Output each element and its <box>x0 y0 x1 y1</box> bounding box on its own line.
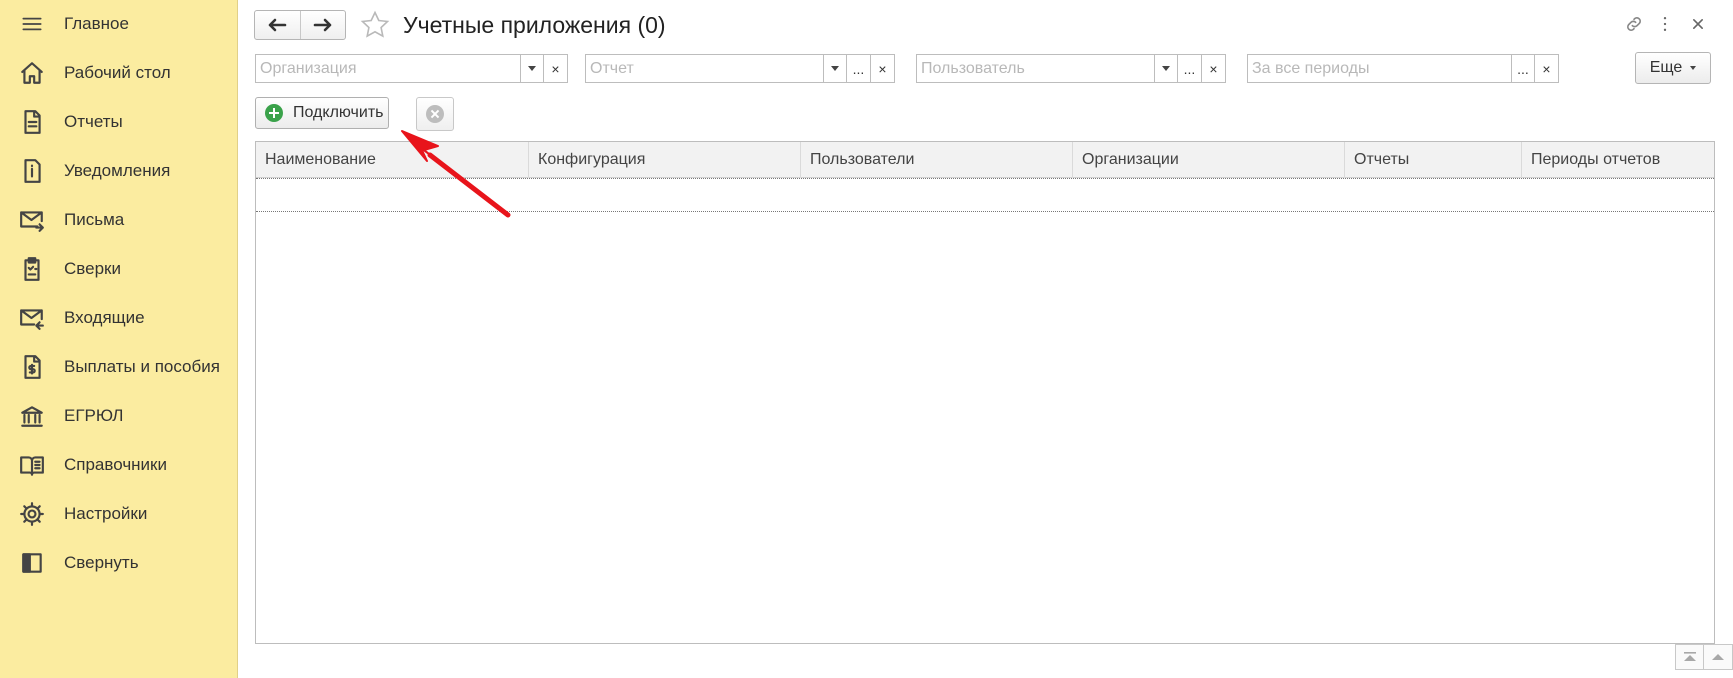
history-navigation <box>254 10 346 40</box>
back-button[interactable] <box>255 11 300 39</box>
period-clear-button[interactable]: × <box>1535 54 1559 83</box>
organization-input[interactable]: Организация <box>255 54 520 83</box>
user-filter: Пользователь ... × <box>916 54 1226 83</box>
disconnect-button[interactable] <box>416 97 454 131</box>
sidebar-item-label: Выплаты и пособия <box>64 357 220 376</box>
sidebar-item-directories[interactable]: Справочники <box>0 441 238 489</box>
checklist-icon <box>18 255 46 283</box>
connect-button[interactable]: Подключить <box>255 97 389 129</box>
report-select-button[interactable]: ... <box>847 54 871 83</box>
chevron-down-icon <box>528 66 536 71</box>
more-vertical-icon[interactable] <box>1653 12 1677 36</box>
info-icon <box>18 157 46 185</box>
collapse-icon <box>18 549 46 577</box>
report-filter: Отчет ... × <box>585 54 895 83</box>
user-input[interactable]: Пользователь <box>916 54 1154 83</box>
column-header-users[interactable]: Пользователи <box>801 142 1073 178</box>
sidebar-item-label: Уведомления <box>64 161 171 180</box>
mail-in-icon <box>18 304 46 332</box>
sidebar-item-label: Справочники <box>64 455 167 474</box>
cancel-circle-icon <box>426 105 444 123</box>
scroll-to-top-button[interactable] <box>1675 644 1704 670</box>
column-header-configuration[interactable]: Конфигурация <box>529 142 801 178</box>
book-icon <box>18 451 46 479</box>
home-icon <box>18 59 46 87</box>
table-scroll-controls <box>1675 644 1733 670</box>
arrow-right-icon <box>313 18 332 32</box>
close-icon[interactable] <box>1686 12 1710 36</box>
forward-button[interactable] <box>299 11 345 39</box>
organization-filter: Организация × <box>255 54 568 83</box>
chevron-down-icon <box>1690 66 1697 70</box>
mail-out-icon <box>18 206 46 234</box>
table-row-selected-empty[interactable] <box>256 178 1714 212</box>
sidebar-item-label: Главное <box>64 14 129 33</box>
organization-clear-button[interactable]: × <box>544 54 568 83</box>
sidebar-item-reports[interactable]: Отчеты <box>0 98 238 146</box>
favorite-star-icon[interactable] <box>360 10 390 40</box>
bank-icon <box>18 402 46 430</box>
period-filter: За все периоды ... × <box>1247 54 1559 83</box>
sidebar-item-incoming[interactable]: Входящие <box>0 294 238 342</box>
applications-table: Наименование Конфигурация Пользователи О… <box>255 141 1715 644</box>
sidebar-item-egrul[interactable]: ЕГРЮЛ <box>0 392 238 440</box>
table-header: Наименование Конфигурация Пользователи О… <box>256 142 1714 178</box>
report-input[interactable]: Отчет <box>585 54 823 83</box>
chevron-down-icon <box>1162 66 1170 71</box>
chevron-up-icon <box>1712 654 1724 660</box>
sidebar-item-letters[interactable]: Письма <box>0 196 238 244</box>
column-header-report-periods[interactable]: Периоды отчетов <box>1522 142 1714 178</box>
period-select-button[interactable]: ... <box>1511 54 1535 83</box>
more-button[interactable]: Еще <box>1635 52 1711 84</box>
page-title: Учетные приложения (0) <box>403 12 666 38</box>
sidebar-item-collapse[interactable]: Свернуть <box>0 539 238 587</box>
sidebar-item-label: Сверки <box>64 259 121 278</box>
column-header-organizations[interactable]: Организации <box>1073 142 1345 178</box>
sidebar-item-settings[interactable]: Настройки <box>0 490 238 538</box>
sidebar-item-desktop[interactable]: Рабочий стол <box>0 49 238 97</box>
main-content: Учетные приложения (0) Организация × Отч… <box>238 0 1733 678</box>
sidebar-item-label: Свернуть <box>64 553 139 572</box>
organization-dropdown-button[interactable] <box>520 54 544 83</box>
report-clear-button[interactable]: × <box>871 54 895 83</box>
gear-icon <box>18 500 46 528</box>
user-select-button[interactable]: ... <box>1178 54 1202 83</box>
chevron-down-icon <box>831 66 839 71</box>
more-button-label: Еще <box>1649 59 1683 76</box>
user-dropdown-button[interactable] <box>1154 54 1178 83</box>
report-dropdown-button[interactable] <box>823 54 847 83</box>
column-header-name[interactable]: Наименование <box>256 142 529 178</box>
column-header-reports[interactable]: Отчеты <box>1345 142 1522 178</box>
sidebar-item-label: Отчеты <box>64 112 123 131</box>
user-clear-button[interactable]: × <box>1202 54 1226 83</box>
sidebar: Главное Рабочий стол Отчеты Уведомления … <box>0 0 238 678</box>
menu-icon <box>18 10 46 38</box>
sidebar-item-label: Настройки <box>64 504 148 523</box>
arrow-left-icon <box>269 18 287 32</box>
sidebar-item-reconciliations[interactable]: Сверки <box>0 245 238 293</box>
document-icon <box>18 108 46 136</box>
sidebar-item-label: ЕГРЮЛ <box>64 406 124 425</box>
double-up-icon <box>1683 652 1696 661</box>
payment-doc-icon <box>18 353 46 381</box>
sidebar-item-notifications[interactable]: Уведомления <box>0 147 238 195</box>
scroll-up-button[interactable] <box>1704 644 1733 670</box>
link-icon[interactable] <box>1622 12 1646 36</box>
sidebar-item-label: Рабочий стол <box>64 63 171 82</box>
plus-circle-icon <box>265 104 283 122</box>
sidebar-item-main[interactable]: Главное <box>0 0 238 48</box>
sidebar-item-payments[interactable]: Выплаты и пособия <box>0 343 238 391</box>
sidebar-item-label: Письма <box>64 210 125 229</box>
connect-button-label: Подключить <box>293 104 384 121</box>
sidebar-item-label: Входящие <box>64 308 145 327</box>
period-input[interactable]: За все периоды <box>1247 54 1511 83</box>
